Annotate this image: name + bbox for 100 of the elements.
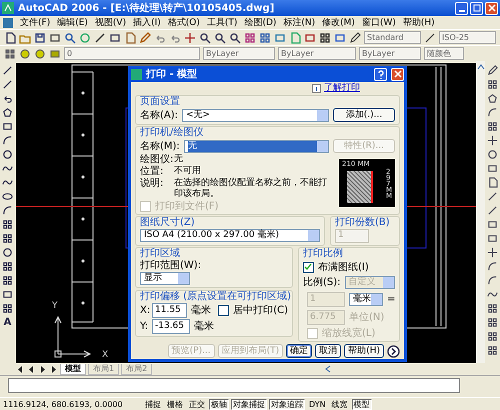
status-toggle[interactable]: 对象追踪	[269, 398, 305, 410]
zoom-icon[interactable]	[214, 32, 226, 44]
equals-sign: =	[387, 294, 396, 305]
menu-item[interactable]: 帮助(H)	[402, 16, 435, 29]
checkbox-label: 缩放线宽(L)	[322, 328, 376, 339]
page-setup-dropdown[interactable]: <无>	[182, 108, 329, 122]
info-icon	[312, 84, 321, 93]
lineweight-dropdown[interactable]: ByLayer	[359, 47, 421, 60]
group-title: 页面设置	[140, 96, 181, 107]
field-label: 名称(A):	[140, 110, 178, 120]
maximize-icon	[472, 4, 480, 12]
menu-item[interactable]: 编辑(E)	[57, 16, 88, 29]
group-title: 打印区域	[140, 248, 181, 259]
app-icon	[2, 2, 14, 14]
layout-tab[interactable]: 模型	[60, 364, 86, 374]
center-plot-checkbox[interactable]	[218, 305, 230, 316]
layout-tab[interactable]: 布局1	[88, 364, 120, 374]
info-label: 说明:	[140, 178, 164, 189]
vertical-scrollbar[interactable]	[476, 61, 485, 363]
group-title: 图纸尺寸(Z)	[140, 217, 196, 228]
status-toggle[interactable]: 对象捕捉	[231, 398, 267, 410]
x-axis-label: X	[102, 350, 108, 360]
field-label: 名称(M):	[140, 140, 180, 152]
paper-size-dropdown[interactable]: ISO A4 (210.00 x 297.00 毫米)	[140, 229, 320, 242]
x-offset-field[interactable]: 11.55	[152, 303, 188, 318]
status-toggle[interactable]: 栅格	[165, 398, 185, 410]
expand-icon[interactable]	[387, 344, 400, 358]
dialog-button[interactable]: 取消	[315, 344, 342, 358]
scroll-up-icon[interactable]	[476, 63, 484, 71]
dialog-icon	[131, 68, 142, 80]
arc-icon[interactable]	[2, 135, 13, 146]
close-icon	[394, 70, 402, 78]
menu-item[interactable]: 修改(M)	[322, 16, 355, 29]
field-label: Y:	[140, 321, 148, 332]
zoom-icon[interactable]	[229, 32, 241, 44]
y-axis-label: Y	[52, 301, 58, 311]
paper-sheet	[347, 171, 373, 203]
zoom-icon[interactable]	[199, 32, 211, 44]
field-label: 打印范围(W):	[140, 260, 202, 271]
plot-area-dropdown[interactable]: 显示	[140, 272, 190, 285]
save-icon[interactable]	[34, 32, 46, 44]
status-toggle[interactable]: 捕捉	[143, 398, 163, 410]
new-file-icon[interactable]	[4, 32, 16, 44]
layout-tab[interactable]: 布局2	[121, 364, 152, 374]
plot-style-dropdown[interactable]: 随颜色	[424, 47, 464, 60]
minimize-button[interactable]	[455, 2, 468, 14]
scroll-left-icon[interactable]	[324, 365, 332, 373]
help-button[interactable]	[374, 68, 387, 80]
dialog-button[interactable]: 帮助(H)	[344, 344, 384, 358]
unit-label: 毫米	[191, 305, 212, 316]
group-title: 打印份数(B)	[335, 217, 391, 228]
coordinates-readout: 1116.9124, 680.6193, 0.0000	[3, 400, 124, 408]
maximize-button[interactable]	[470, 2, 483, 14]
menu-item[interactable]: 窗口(W)	[362, 16, 396, 29]
text-tool-icon[interactable]: A	[4, 317, 12, 328]
polygon-icon[interactable]	[2, 107, 13, 118]
status-toggle[interactable]: 模型	[352, 398, 372, 410]
dialog-button[interactable]: 确定	[286, 344, 312, 358]
menu-item[interactable]: 格式(O)	[168, 16, 200, 29]
question-mark-icon	[376, 70, 384, 78]
menu-item[interactable]: 视图(V)	[94, 16, 126, 29]
window-title: AutoCAD 2006 - [E:\待处理\转产\10105405.dwg]	[18, 2, 274, 15]
status-toggle[interactable]: DYN	[307, 398, 328, 410]
group-title: 打印比例	[303, 248, 344, 259]
info-value: 不可用	[174, 166, 201, 177]
preview-icon[interactable]	[64, 32, 76, 44]
group-title: 打印机/绘图仪	[140, 127, 204, 138]
close-button[interactable]	[485, 2, 498, 14]
linetype-dropdown[interactable]: ByLayer	[278, 47, 356, 60]
command-line-field[interactable]	[8, 378, 460, 393]
status-toggle[interactable]: 线宽	[330, 398, 350, 410]
menu-item[interactable]: 文件(F)	[20, 16, 50, 29]
close-icon	[488, 4, 496, 12]
text-style-dropdown[interactable]: Standard	[364, 31, 421, 44]
status-toggle[interactable]: 极轴	[209, 398, 229, 410]
line-icon[interactable]	[2, 65, 13, 76]
info-value: 在选择的绘图仪配置名称之前，不能打印该布局。	[174, 178, 328, 200]
y-offset-field[interactable]: -13.65	[152, 319, 190, 334]
add-button[interactable]: 添加(.)...	[333, 108, 395, 122]
info-label: 位置:	[140, 166, 164, 177]
menu-item[interactable]: 标注(N)	[283, 16, 316, 29]
dimension-style-dropdown[interactable]: ISO-25	[439, 31, 496, 44]
checkbox-label: 居中打印(C)	[233, 305, 288, 316]
menu-item[interactable]: 绘图(D)	[244, 16, 276, 29]
group-title: 打印偏移 (原点设置在可打印区域)	[140, 291, 288, 302]
field-label: 比例(S):	[303, 277, 341, 288]
checkbox-label: 打印到文件(F)	[155, 201, 219, 212]
info-label: 绘图仪:	[140, 154, 170, 165]
rectangle-icon[interactable]	[2, 121, 13, 132]
unit-label: 单位(N)	[349, 312, 384, 323]
printer-dropdown[interactable]: 无	[184, 140, 329, 152]
menu-item[interactable]: 工具(T)	[206, 16, 238, 29]
menu-item[interactable]: 插入(I)	[133, 16, 161, 29]
layer-dropdown[interactable]: 0	[64, 47, 200, 60]
status-toggle[interactable]: 正交	[187, 398, 207, 410]
info-value: 无	[174, 154, 183, 165]
color-dropdown[interactable]: ByLayer	[203, 47, 275, 60]
close-button[interactable]	[391, 68, 404, 80]
learn-plotting-link[interactable]: 了解打印	[324, 83, 360, 94]
dialog-title: 打印 - 模型	[146, 68, 198, 81]
